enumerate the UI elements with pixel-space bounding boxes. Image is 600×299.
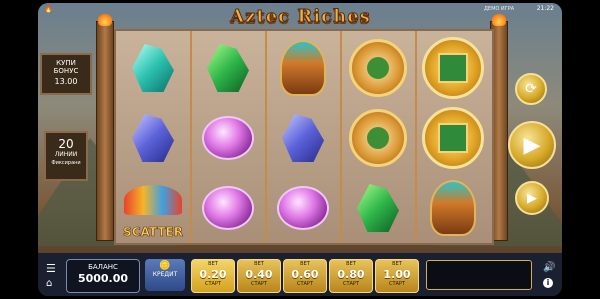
reel-grid: SCATTER	[114, 29, 494, 245]
green-crystal-icon	[341, 173, 415, 243]
bet-start-label: СТАРТ	[296, 281, 314, 287]
scatter-label: SCATTER	[123, 225, 183, 240]
torch-fire-icon	[98, 12, 112, 26]
bet-button-2[interactable]: BET 0.40 СТАРТ	[237, 259, 281, 293]
bet-value: 1.00	[383, 268, 411, 281]
coins-icon: 🪙	[159, 261, 171, 271]
reel-5	[416, 31, 490, 243]
game-title: Aztec Riches	[230, 6, 371, 28]
bet-button-1[interactable]: BET 0.20 СТАРТ	[191, 259, 235, 293]
bet-top-label: BET	[300, 261, 310, 267]
aztec-sun-icon	[416, 103, 490, 173]
buy-bonus-label-1: КУПИ	[56, 59, 76, 67]
bet-button-5[interactable]: BET 1.00 СТАРТ	[375, 259, 419, 293]
game-screen: 🔥 ДЕМО ИГРА 21:22 Aztec Riches КУПИ БОНУ…	[38, 3, 562, 296]
fast-forward-icon: ▶	[527, 190, 537, 206]
autoplay-button[interactable]: ⟳	[515, 73, 547, 105]
buy-bonus-label-2: БОНУС	[53, 67, 79, 75]
bet-value: 0.20	[199, 268, 227, 281]
blue-crystal-icon	[116, 103, 190, 173]
bet-start-label: СТАРТ	[342, 281, 360, 287]
aztec-sun-icon	[416, 33, 490, 103]
buy-bonus-price: 13.00	[54, 77, 78, 86]
bet-button-3[interactable]: BET 0.60 СТАРТ	[283, 259, 327, 293]
sound-icon[interactable]: 🔊	[543, 262, 555, 273]
teal-crystal-icon	[116, 33, 190, 103]
bet-button-4[interactable]: BET 0.80 СТАРТ	[329, 259, 373, 293]
home-icon[interactable]: ⌂	[46, 278, 52, 289]
paylines-panel: 20 ЛИНИИ Фиксирани	[44, 131, 88, 181]
buy-bonus-button[interactable]: КУПИ БОНУС 13.00	[40, 53, 92, 95]
bet-value: 0.60	[291, 268, 319, 281]
bottom-bar: ☰ ⌂ БАЛАНС 5000.00 🪙 КРЕДИТ BET 0.20 СТА…	[38, 253, 562, 296]
credit-label: КРЕДИТ	[152, 271, 178, 278]
bet-top-label: BET	[392, 261, 402, 267]
fire-icon: 🔥	[44, 5, 53, 13]
paylines-label: ЛИНИИ	[54, 151, 78, 158]
balance-label: БАЛАНС	[88, 263, 118, 271]
pink-orb-icon	[191, 103, 265, 173]
play-icon: ▶	[523, 132, 541, 158]
reel-2	[191, 31, 267, 243]
phone-frame: 🔥 ДЕМО ИГРА 21:22 Aztec Riches КУПИ БОНУ…	[0, 0, 600, 299]
bet-value: 0.80	[337, 268, 365, 281]
bet-top-label: BET	[254, 261, 264, 267]
info-icon[interactable]: i	[543, 278, 553, 288]
bet-start-label: СТАРТ	[388, 281, 406, 287]
scatter-icon: SCATTER	[116, 173, 190, 243]
reel-4	[341, 31, 417, 243]
left-pillar	[96, 12, 114, 241]
aztec-mask-icon	[266, 33, 340, 103]
balance-display: БАЛАНС 5000.00	[66, 259, 140, 293]
pink-orb-icon	[266, 173, 340, 243]
bet-start-label: СТАРТ	[204, 281, 222, 287]
feather-medal-icon	[341, 103, 415, 173]
status-bar-left: 🔥	[44, 5, 53, 13]
aztec-mask-icon	[416, 173, 490, 243]
turbo-button[interactable]: ▶	[515, 181, 549, 215]
spin-button[interactable]: ▶	[508, 121, 556, 169]
bet-start-label: СТАРТ	[250, 281, 268, 287]
paylines-mode: Фиксирани	[51, 160, 81, 166]
bet-top-label: BET	[208, 261, 218, 267]
reel-1: SCATTER	[116, 31, 192, 243]
refresh-icon: ⟳	[525, 81, 537, 97]
balance-value: 5000.00	[77, 272, 129, 285]
feather-medal-icon	[341, 33, 415, 103]
pink-orb-icon	[191, 173, 265, 243]
bet-value: 0.40	[245, 268, 273, 281]
torch-fire-icon	[492, 12, 506, 26]
blue-crystal-icon	[266, 103, 340, 173]
green-crystal-icon	[191, 33, 265, 103]
paylines-count: 20	[58, 137, 74, 151]
menu-icon[interactable]: ☰	[46, 262, 56, 275]
credit-button[interactable]: 🪙 КРЕДИТ	[145, 259, 185, 291]
win-message-box	[426, 260, 532, 290]
reel-3	[266, 31, 342, 243]
bet-top-label: BET	[346, 261, 356, 267]
clock: 21:22	[536, 5, 554, 12]
